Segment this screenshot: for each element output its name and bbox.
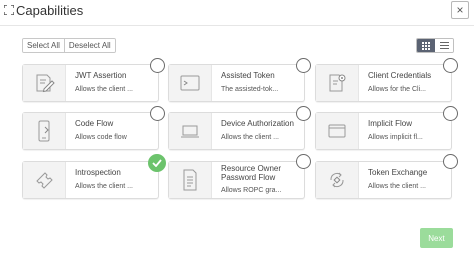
document-list-icon [183, 169, 197, 191]
close-icon: × [456, 3, 464, 17]
list-view-button[interactable] [435, 39, 453, 52]
browser-window-icon [328, 124, 346, 138]
select-all-button[interactable]: Select All [23, 39, 64, 52]
capability-card-device-authorization[interactable]: Device Authorization Allows the client .… [168, 112, 305, 150]
modal-header: Capabilities × [0, 0, 474, 27]
card-description: The assisted-tok... [221, 86, 279, 93]
capability-card-resource-owner-password-flow[interactable]: Resource Owner Password Flow Allows ROPC… [168, 161, 305, 199]
card-title: JWT Assertion [75, 71, 127, 80]
card-select-radio[interactable] [296, 154, 311, 169]
next-button[interactable]: Next [420, 228, 453, 248]
card-title: Implicit Flow [368, 119, 413, 128]
card-select-radio-checked[interactable] [148, 154, 166, 172]
expand-corners-icon [4, 5, 14, 15]
capability-card-implicit-flow[interactable]: Implicit Flow Allows implicit fl... [315, 112, 452, 150]
document-edit-icon [36, 74, 55, 93]
card-title: Assisted Token [221, 71, 275, 80]
card-description: Allows for the Cli... [368, 86, 426, 93]
card-title: Introspection [75, 168, 121, 177]
close-button[interactable]: × [451, 1, 469, 19]
card-select-radio[interactable] [443, 58, 458, 73]
card-select-radio[interactable] [296, 106, 311, 121]
card-description: Allows code flow [75, 134, 127, 141]
card-description: Allows the client ... [368, 183, 426, 190]
capability-card-jwt-assertion[interactable]: JWT Assertion Allows the client ... [22, 64, 159, 102]
grid-view-button[interactable] [417, 39, 435, 52]
laptop-icon [181, 125, 199, 138]
card-select-radio[interactable] [296, 58, 311, 73]
view-toggle [416, 38, 454, 53]
document-gear-icon [329, 74, 346, 92]
capability-card-token-exchange[interactable]: Token Exchange Allows the client ... [315, 161, 452, 199]
card-title: Code Flow [75, 119, 114, 128]
list-icon [439, 42, 449, 49]
terminal-window-icon [180, 75, 200, 91]
card-description: Allows the client ... [75, 183, 133, 190]
header-divider [0, 25, 474, 26]
grid-icon [422, 41, 430, 50]
card-title: Resource Owner Password Flow [221, 164, 282, 182]
selection-button-group: Select All Deselect All [22, 38, 116, 53]
capability-card-code-flow[interactable]: Code Flow Allows code flow [22, 112, 159, 150]
capability-card-assisted-token[interactable]: Assisted Token The assisted-tok... [168, 64, 305, 102]
card-description: Allows implicit fl... [368, 134, 423, 141]
card-select-radio[interactable] [150, 106, 165, 121]
exchange-icon [330, 172, 344, 188]
deselect-all-button[interactable]: Deselect All [63, 39, 115, 52]
card-select-radio[interactable] [150, 58, 165, 73]
card-description: Allows the client ... [75, 86, 133, 93]
card-description: Allows the client ... [221, 134, 279, 141]
modal-title: Capabilities [16, 3, 84, 18]
ticket-icon [36, 172, 53, 189]
card-select-radio[interactable] [443, 106, 458, 121]
checkmark-icon [152, 159, 162, 167]
mobile-device-icon [38, 120, 50, 142]
card-title: Device Authorization [221, 119, 294, 128]
card-title: Client Credentials [368, 71, 432, 80]
capability-card-introspection[interactable]: Introspection Allows the client ... [22, 161, 159, 199]
card-title: Token Exchange [368, 168, 428, 177]
card-description: Allows ROPC gra... [221, 187, 282, 194]
card-select-radio[interactable] [443, 154, 458, 169]
capability-card-client-credentials[interactable]: Client Credentials Allows for the Cli... [315, 64, 452, 102]
